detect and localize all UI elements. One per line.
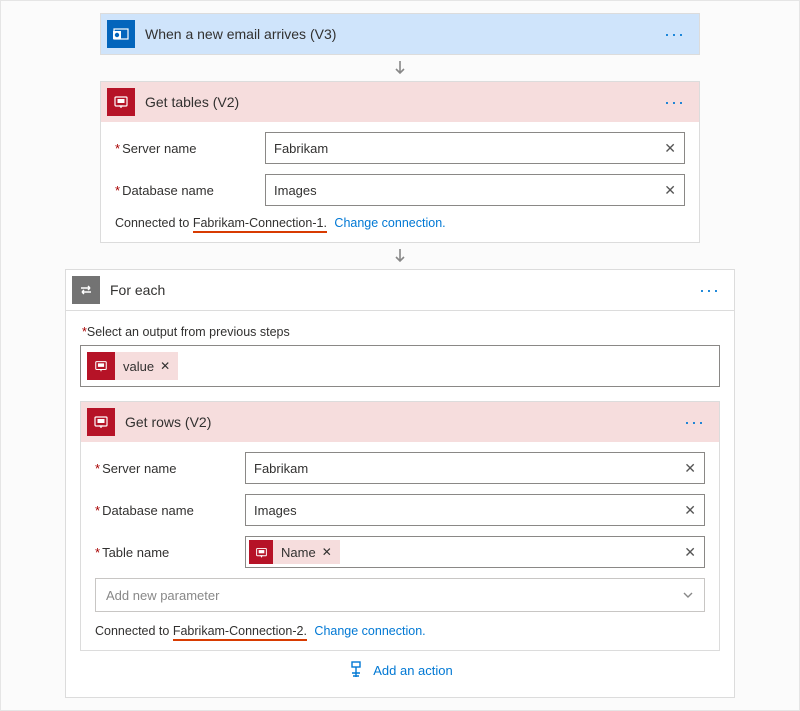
server-name-input[interactable]: Fabrikam ✕: [245, 452, 705, 484]
clear-icon[interactable]: ✕: [684, 544, 696, 561]
clear-icon[interactable]: ✕: [684, 502, 696, 519]
header-for-each[interactable]: For each ···: [66, 270, 734, 311]
card-trigger: When a new email arrives (V3) ···: [100, 13, 700, 55]
get-rows-title: Get rows (V2): [125, 414, 680, 430]
sql-icon: [87, 352, 115, 380]
add-action-icon: [347, 661, 365, 679]
clear-icon[interactable]: ✕: [664, 182, 676, 199]
database-name-label: Database name: [115, 183, 265, 198]
trigger-title: When a new email arrives (V3): [145, 26, 660, 42]
token-remove-icon[interactable]: ✕: [322, 545, 332, 559]
table-name-input[interactable]: Name ✕ ✕: [245, 536, 705, 568]
server-name-label: Server name: [115, 141, 265, 156]
change-connection-link[interactable]: Change connection.: [334, 216, 445, 230]
clear-icon[interactable]: ✕: [664, 140, 676, 157]
loop-icon: [72, 276, 100, 304]
card-for-each: For each ··· *Select an output from prev…: [65, 269, 735, 698]
token-value[interactable]: value ✕: [87, 352, 178, 380]
token-name[interactable]: Name ✕: [249, 540, 340, 564]
select-output-label: *Select an output from previous steps: [82, 325, 720, 339]
get-rows-menu-button[interactable]: ···: [680, 416, 709, 428]
for-each-title: For each: [110, 282, 695, 298]
sql-icon: [107, 88, 135, 116]
add-action-button[interactable]: Add an action: [80, 651, 720, 685]
database-name-label: Database name: [95, 503, 245, 518]
header-get-rows[interactable]: Get rows (V2) ···: [81, 402, 719, 442]
get-tables-menu-button[interactable]: ···: [660, 96, 689, 108]
card-get-rows: Get rows (V2) ··· Server name Fabrikam ✕…: [80, 401, 720, 651]
get-tables-title: Get tables (V2): [145, 94, 660, 110]
connection-info: Connected to Fabrikam-Connection-2. Chan…: [95, 624, 705, 638]
select-output-input[interactable]: value ✕: [80, 345, 720, 387]
database-name-input[interactable]: Images ✕: [245, 494, 705, 526]
arrow-down-icon: [11, 59, 789, 77]
server-name-label: Server name: [95, 461, 245, 476]
sql-icon: [87, 408, 115, 436]
sql-icon: [249, 540, 273, 564]
for-each-menu-button[interactable]: ···: [695, 284, 724, 296]
trigger-menu-button[interactable]: ···: [660, 28, 689, 40]
outlook-icon: [107, 20, 135, 48]
add-parameter-dropdown[interactable]: Add new parameter: [95, 578, 705, 612]
connection-name: Fabrikam-Connection-1.: [193, 216, 327, 233]
arrow-down-icon: [11, 247, 789, 265]
token-remove-icon[interactable]: ✕: [160, 359, 170, 373]
connection-info: Connected to Fabrikam-Connection-1. Chan…: [115, 216, 685, 230]
table-name-label: Table name: [95, 545, 245, 560]
chevron-down-icon: [682, 589, 694, 601]
server-name-input[interactable]: Fabrikam ✕: [265, 132, 685, 164]
clear-icon[interactable]: ✕: [684, 460, 696, 477]
card-get-tables: Get tables (V2) ··· Server name Fabrikam…: [100, 81, 700, 243]
change-connection-link[interactable]: Change connection.: [314, 624, 425, 638]
header-get-tables[interactable]: Get tables (V2) ···: [101, 82, 699, 122]
database-name-input[interactable]: Images ✕: [265, 174, 685, 206]
connection-name: Fabrikam-Connection-2.: [173, 624, 307, 641]
header-trigger[interactable]: When a new email arrives (V3) ···: [101, 14, 699, 54]
